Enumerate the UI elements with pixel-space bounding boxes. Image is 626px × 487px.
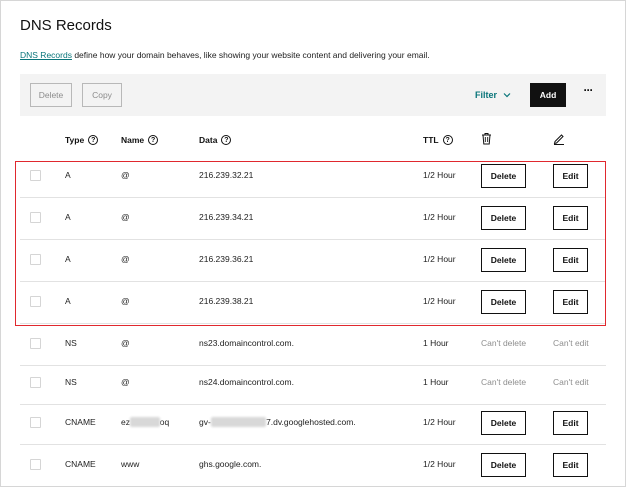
delete-record-button[interactable]: Delete — [481, 453, 526, 477]
table-row: NS @ ns24.domaincontrol.com. 1 Hour Can'… — [20, 363, 606, 405]
edit-record-button[interactable]: Edit — [553, 290, 588, 314]
table-row: A @ 216.239.34.21 1/2 Hour Delete Edit — [20, 198, 606, 240]
page-description: DNS Records define how your domain behav… — [20, 50, 430, 60]
row-checkbox[interactable] — [30, 170, 41, 181]
delete-record-button[interactable]: Delete — [481, 290, 526, 314]
help-circle-icon[interactable]: ? — [88, 135, 99, 145]
record-ttl: 1/2 Hour — [423, 417, 456, 427]
record-type: NS — [65, 338, 77, 348]
more-options-icon[interactable]: ··· — [580, 84, 596, 102]
redacted-text: xxxxxxxxxxxxx — [210, 417, 267, 427]
row-checkbox[interactable] — [30, 212, 41, 223]
table-row: NS @ ns23.domaincontrol.com. 1 Hour Can'… — [20, 324, 606, 366]
record-ttl: 1/2 Hour — [423, 296, 456, 306]
record-type: A — [65, 212, 71, 222]
record-name: @ — [121, 296, 130, 306]
record-ttl: 1/2 Hour — [423, 170, 456, 180]
record-type: A — [65, 170, 71, 180]
copy-button[interactable]: Copy — [82, 83, 122, 107]
row-checkbox[interactable] — [30, 377, 41, 388]
filter-dropdown[interactable]: Filter — [475, 90, 511, 100]
trash-icon — [482, 133, 491, 145]
cant-delete-label: Can't delete — [481, 338, 527, 348]
record-name: @ — [121, 254, 130, 264]
record-ttl: 1 Hour — [423, 377, 449, 387]
record-data: 216.239.38.21 — [199, 296, 254, 306]
cant-edit-label: Can't edit — [553, 338, 589, 348]
record-type: A — [65, 296, 71, 306]
table-row: CNAME ezxxxxxxxoq gv-xxxxxxxxxxxxx7.dv.g… — [20, 403, 606, 445]
record-ttl: 1/2 Hour — [423, 212, 456, 222]
record-ttl: 1 Hour — [423, 338, 449, 348]
record-name: ezxxxxxxxoq — [121, 417, 170, 427]
column-header-ttl: TTL? — [423, 135, 453, 145]
record-type: CNAME — [65, 417, 96, 427]
filter-label: Filter — [475, 90, 498, 100]
add-button[interactable]: Add — [530, 83, 566, 107]
column-header-name: Name? — [121, 135, 159, 145]
record-type: NS — [65, 377, 77, 387]
table-row: CNAME www ghs.google.com. 1/2 Hour Delet… — [20, 445, 606, 487]
bulk-delete-button[interactable]: Delete — [30, 83, 72, 107]
record-data: 216.239.36.21 — [199, 254, 254, 264]
record-data: 216.239.34.21 — [199, 212, 254, 222]
record-name: www — [121, 459, 140, 469]
edit-record-button[interactable]: Edit — [553, 453, 588, 477]
record-name: @ — [121, 338, 130, 348]
help-circle-icon[interactable]: ? — [221, 135, 232, 145]
record-data: ghs.google.com. — [199, 459, 262, 469]
column-header-data: Data? — [199, 135, 232, 145]
pencil-icon — [553, 134, 564, 145]
record-data: ns23.domaincontrol.com. — [199, 338, 294, 348]
record-data: gv-xxxxxxxxxxxxx7.dv.googlehosted.com. — [199, 417, 356, 427]
toolbar: Delete Copy Filter Add ··· — [20, 74, 606, 116]
record-type: A — [65, 254, 71, 264]
cant-delete-label: Can't delete — [481, 377, 527, 387]
edit-record-button[interactable]: Edit — [553, 206, 588, 230]
help-circle-icon[interactable]: ? — [148, 135, 159, 145]
record-data: ns24.domaincontrol.com. — [199, 377, 294, 387]
record-data: 216.239.32.21 — [199, 170, 254, 180]
edit-record-button[interactable]: Edit — [553, 164, 588, 188]
table-row: A @ 216.239.38.21 1/2 Hour Delete Edit — [20, 282, 606, 324]
record-type: CNAME — [65, 459, 96, 469]
page-title: DNS Records — [20, 17, 112, 34]
redacted-text: xxxxxxx — [129, 417, 160, 427]
column-header-type: Type? — [65, 135, 99, 145]
chevron-down-icon — [503, 93, 511, 98]
table-row: A @ 216.239.36.21 1/2 Hour Delete Edit — [20, 240, 606, 282]
delete-record-button[interactable]: Delete — [481, 248, 526, 272]
record-name: @ — [121, 170, 130, 180]
row-checkbox[interactable] — [30, 254, 41, 265]
record-ttl: 1/2 Hour — [423, 254, 456, 264]
row-checkbox[interactable] — [30, 459, 41, 470]
cant-edit-label: Can't edit — [553, 377, 589, 387]
delete-record-button[interactable]: Delete — [481, 164, 526, 188]
dns-records-link[interactable]: DNS Records — [20, 50, 72, 60]
description-text: define how your domain behaves, like sho… — [71, 50, 430, 60]
row-checkbox[interactable] — [30, 417, 41, 428]
table-row: A @ 216.239.32.21 1/2 Hour Delete Edit — [20, 156, 606, 198]
edit-record-button[interactable]: Edit — [553, 248, 588, 272]
edit-record-button[interactable]: Edit — [553, 411, 588, 435]
row-checkbox[interactable] — [30, 296, 41, 307]
record-ttl: 1/2 Hour — [423, 459, 456, 469]
record-name: @ — [121, 212, 130, 222]
help-circle-icon[interactable]: ? — [442, 135, 453, 145]
row-checkbox[interactable] — [30, 338, 41, 349]
record-name: @ — [121, 377, 130, 387]
delete-record-button[interactable]: Delete — [481, 411, 526, 435]
delete-record-button[interactable]: Delete — [481, 206, 526, 230]
